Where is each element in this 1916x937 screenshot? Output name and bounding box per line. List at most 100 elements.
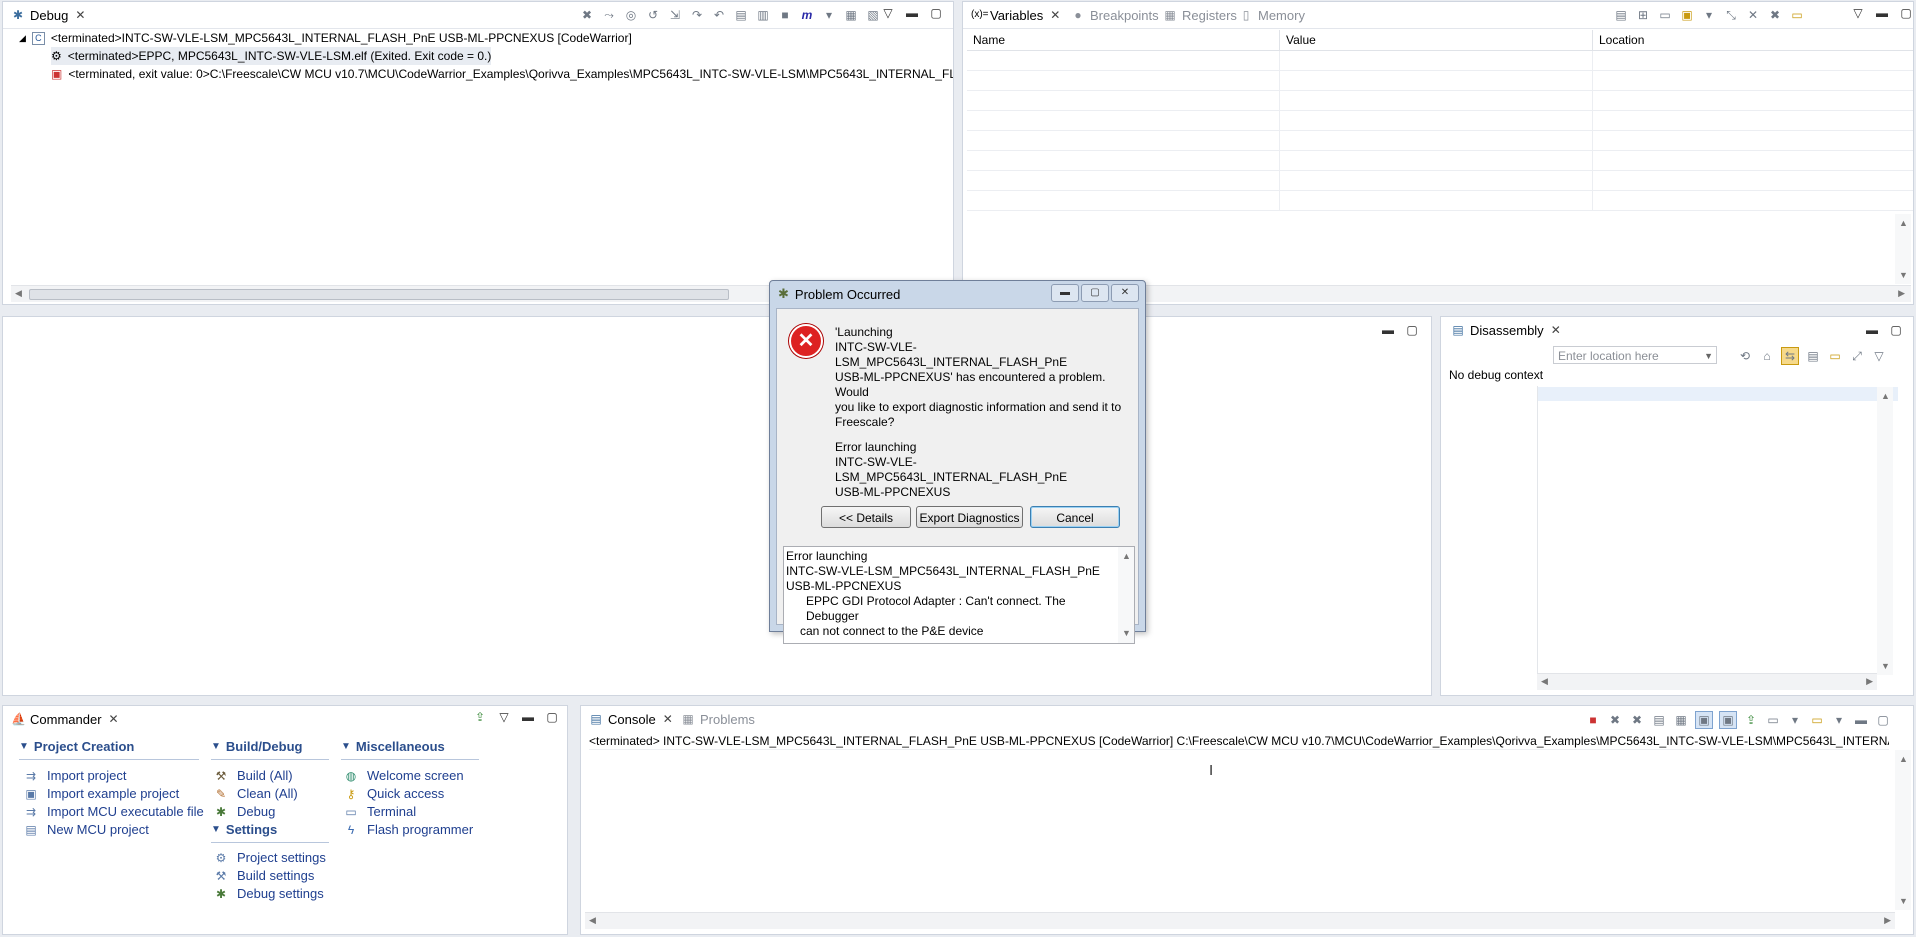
remove-icon[interactable]: ✕ [1745,7,1761,23]
chevron-down-icon[interactable]: ▼ [1704,347,1713,365]
step-over-icon[interactable]: ↷ [689,7,705,23]
new-mcu-project-link[interactable]: ▤ New MCU project [23,822,149,837]
minimize-icon[interactable]: ▬ [1381,323,1395,337]
tab-disassembly[interactable]: ▤ Disassembly ✕ [1445,317,1567,343]
scroll-down-icon[interactable]: ▼ [1881,661,1890,671]
show-type-names-icon[interactable]: ▤ [1613,7,1629,23]
clean-all-link[interactable]: ✎ Clean (All) [213,786,298,801]
scroll-right-icon[interactable]: ▶ [1884,915,1891,926]
collapse-icon[interactable]: ◢ [19,33,26,44]
refresh-icon[interactable]: ⟲ [1737,348,1753,364]
instruction-step-icon[interactable]: m [799,7,815,23]
column-name[interactable]: Name [967,30,1280,51]
build-debug-header[interactable]: ▼ Build/Debug [211,739,302,754]
close-icon[interactable]: ✕ [75,8,85,22]
new-wizard-icon[interactable]: ⇪ [473,710,487,724]
dropdown-icon[interactable]: ▾ [821,7,837,23]
pin-console-icon[interactable]: ⇪ [1743,712,1759,728]
display-console-icon[interactable]: ▭ [1765,712,1781,728]
tab-registers[interactable]: ▦ Registers [1157,2,1243,28]
expand-icon[interactable]: ▼ [211,741,221,752]
view-menu-icon[interactable]: ▽ [1871,348,1887,364]
view-menu-icon[interactable]: ▽ [497,710,511,724]
step-into-icon[interactable]: ⇲ [667,7,683,23]
expand-icon[interactable]: ▼ [341,741,351,752]
disassembly-horizontal-scrollbar[interactable]: ◀ ▶ [1537,673,1877,690]
tab-breakpoints[interactable]: ● Breakpoints [1065,2,1165,28]
close-icon[interactable]: ✕ [1551,323,1561,337]
scroll-down-icon[interactable]: ▼ [1899,270,1908,280]
show-symbols-icon[interactable]: ▤ [1805,348,1821,364]
remove-all-terminated-icon[interactable]: ✖ [1629,712,1645,728]
details-button[interactable]: << Details [821,506,911,528]
use-step-filters-icon[interactable]: ▧ [865,7,881,23]
launch-row[interactable]: ◢ C <terminated>INTC-SW-VLE-LSM_MPC5643L… [19,29,632,47]
terminate-icon[interactable]: ■ [777,7,793,23]
connect-icon[interactable]: ⤳ [601,7,617,23]
project-creation-header[interactable]: ▼ Project Creation [19,739,134,754]
scrollbar-thumb[interactable] [29,289,729,300]
maximize-icon[interactable]: ▢ [1875,712,1891,728]
remove-all-icon[interactable]: ✖ [1767,7,1783,23]
remove-launch-icon[interactable]: ✖ [1607,712,1623,728]
show-logical-structure-icon[interactable]: ⊞ [1635,7,1651,23]
resume-icon[interactable]: ▤ [733,7,749,23]
scroll-up-icon[interactable]: ▲ [1881,391,1890,401]
console-horizontal-scrollbar[interactable]: ◀ ▶ [585,912,1895,929]
new-view-icon[interactable]: ▭ [1827,348,1843,364]
column-location[interactable]: Location [1592,30,1913,51]
layout-icon[interactable]: ▣ [1679,7,1695,23]
scroll-lock-icon[interactable]: ▦ [1673,712,1689,728]
expand-icon[interactable]: ▼ [211,824,221,835]
new-view-icon[interactable]: ▭ [1789,7,1805,23]
close-icon[interactable]: ✕ [1050,8,1060,22]
tab-problems[interactable]: ▦ Problems [675,706,761,732]
view-menu-icon[interactable]: ▽ [881,6,895,20]
home-icon[interactable]: ⌂ [1759,348,1775,364]
cancel-button[interactable]: Cancel [1030,506,1120,528]
minimize-icon[interactable]: ▬ [1875,6,1889,20]
import-mcu-executable-link[interactable]: ⇉ Import MCU executable file [23,804,204,819]
maximize-icon[interactable]: ▢ [545,710,559,724]
maximize-icon[interactable]: ▢ [1081,284,1109,302]
tab-commander[interactable]: ⛵ Commander ✕ [5,706,125,732]
new-console-icon[interactable]: ▭ [1809,712,1825,728]
minimize-icon[interactable]: ▬ [1853,712,1869,728]
miscellaneous-header[interactable]: ▼ Miscellaneous [341,739,445,754]
scroll-right-icon[interactable]: ▶ [1898,288,1905,299]
step-return-icon[interactable]: ↶ [711,7,727,23]
close-icon[interactable]: ✕ [109,712,119,726]
variables-vertical-scrollbar[interactable]: ▲ ▼ [1895,214,1911,284]
scroll-down-icon[interactable]: ▼ [1122,626,1131,641]
flash-programmer-link[interactable]: ϟ Flash programmer [343,822,473,837]
disassembly-vertical-scrollbar[interactable]: ▲ ▼ [1877,387,1893,675]
show-on-error-icon[interactable]: ▣ [1719,711,1737,729]
tab-memory[interactable]: ▯ Memory [1233,2,1311,28]
link-with-context-icon[interactable]: ⇆ [1781,347,1799,365]
minimize-icon[interactable]: ▬ [521,710,535,724]
import-example-project-link[interactable]: ▣ Import example project [23,786,179,801]
scroll-up-icon[interactable]: ▲ [1122,549,1131,564]
column-value[interactable]: Value [1279,30,1593,51]
pin-icon[interactable]: ⤢ [1849,348,1865,364]
scroll-left-icon[interactable]: ◀ [15,288,22,299]
tab-console[interactable]: ▤ Console ✕ [583,706,679,732]
restart-icon[interactable]: ◎ [623,7,639,23]
remove-terminated-icon[interactable]: ✖ [579,7,595,23]
scroll-up-icon[interactable]: ▲ [1899,218,1908,228]
import-project-link[interactable]: ⇉ Import project [23,768,127,783]
terminal-link[interactable]: ▭ Terminal [343,804,416,819]
scroll-left-icon[interactable]: ◀ [589,915,596,926]
minimize-icon[interactable]: ▬ [1865,323,1879,337]
scroll-down-icon[interactable]: ▼ [1899,896,1908,906]
debug-link[interactable]: ✱ Debug [213,804,275,819]
maximize-icon[interactable]: ▢ [1405,323,1419,337]
process-row[interactable]: ⚙ <terminated>EPPC, MPC5643L_INTC-SW-VLE… [51,47,492,65]
clear-console-icon[interactable]: ▤ [1651,712,1667,728]
suspend-icon[interactable]: ▥ [755,7,771,23]
tab-debug[interactable]: ✱ Debug ✕ [5,2,92,28]
exit-value-row[interactable]: ▣ <terminated, exit value: 0>C:\Freescal… [51,65,953,83]
reset-icon[interactable]: ↺ [645,7,661,23]
details-scrollbar[interactable]: ▲ ▼ [1118,547,1134,643]
quick-access-link[interactable]: ⚷ Quick access [343,786,445,801]
